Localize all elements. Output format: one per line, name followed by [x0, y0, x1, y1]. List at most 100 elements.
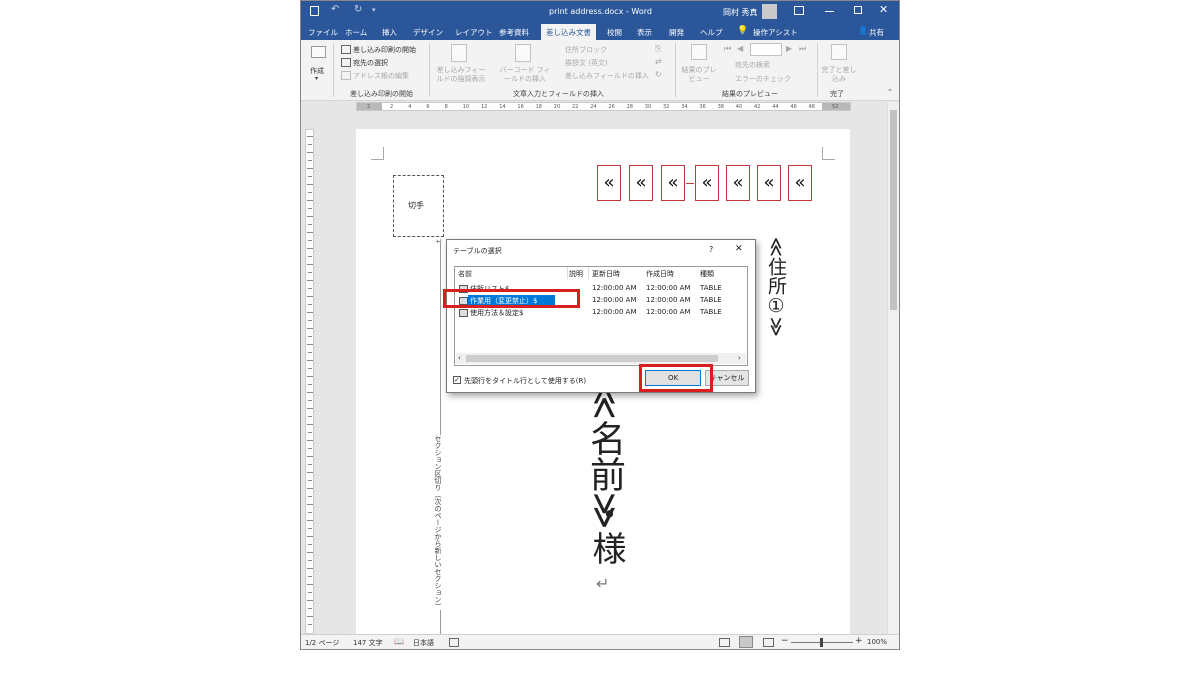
lightbulb-icon: 💡: [737, 26, 749, 36]
postal-field[interactable]: «: [661, 165, 685, 201]
language[interactable]: 日本語: [413, 638, 434, 648]
header-row-checkbox[interactable]: ✓: [453, 376, 461, 384]
ruler-tick: [307, 312, 313, 313]
address-block-button[interactable]: 住所ブロック: [565, 45, 607, 55]
zoom-out-icon[interactable]: −: [781, 636, 789, 646]
stamp-box[interactable]: 切手: [393, 175, 444, 237]
column-header-description[interactable]: 説明: [569, 269, 583, 279]
table-row[interactable]: 使用方法＆設定$ 12:00:00 AM 12:00:00 AM TABLE: [457, 307, 743, 318]
tab-home[interactable]: ホーム: [345, 27, 367, 38]
macro-record-icon[interactable]: [449, 638, 459, 647]
column-divider[interactable]: [567, 267, 568, 279]
scroll-right-icon[interactable]: ›: [738, 354, 741, 362]
greeting-line-button[interactable]: 挨拶文 (英文): [565, 58, 608, 68]
ruler-tick: [308, 208, 312, 209]
header-row-checkbox-label[interactable]: 先頭行をタイトル行として使用する(R): [464, 376, 586, 386]
quick-access-dropdown-icon[interactable]: ▾: [372, 6, 376, 14]
zoom-in-icon[interactable]: +: [855, 636, 863, 646]
save-icon[interactable]: [310, 6, 319, 16]
tab-view[interactable]: 表示: [637, 27, 652, 38]
ruler-tick: [308, 560, 312, 561]
highlight-fields-button[interactable]: 差し込みフィールドの強調表示: [435, 66, 487, 84]
zoom-level[interactable]: 100%: [867, 638, 887, 646]
column-divider[interactable]: [588, 267, 589, 279]
horizontal-scrollbar[interactable]: ‹ ›: [456, 353, 746, 364]
avatar[interactable]: [762, 4, 777, 19]
tab-file[interactable]: ファイル: [308, 27, 338, 38]
tab-layout[interactable]: レイアウト: [455, 27, 493, 38]
tab-review[interactable]: 校閲: [607, 27, 622, 38]
ruler-tick-label: 10: [462, 104, 470, 110]
ruler-tick-label: 38: [717, 104, 724, 110]
scroll-left-icon[interactable]: ‹: [458, 354, 461, 362]
zoom-slider-thumb[interactable]: [820, 638, 823, 647]
record-number-input[interactable]: [750, 43, 782, 56]
share-button[interactable]: 共有: [869, 27, 884, 38]
web-layout-icon[interactable]: [763, 638, 774, 647]
highlight-box-ok-button: [639, 364, 713, 392]
tell-me-search[interactable]: 操作アシスト: [753, 27, 798, 38]
maximize-icon[interactable]: [854, 6, 862, 14]
column-header-modified[interactable]: 更新日時: [592, 269, 620, 279]
read-mode-icon[interactable]: [719, 638, 730, 647]
horizontal-ruler[interactable]: 2 2 4 6 8 10 12 14 16 18 20 22 24 26 28 30 32 34 36 38 40 42…: [356, 102, 851, 111]
vertical-ruler[interactable]: [305, 129, 314, 634]
last-record-icon[interactable]: ⏭: [799, 44, 806, 54]
help-button[interactable]: ?: [709, 245, 713, 254]
ruler-tick: [308, 160, 312, 161]
page-count[interactable]: 1/2 ページ: [305, 638, 339, 648]
preview-results-button[interactable]: 結果のプレビュー: [681, 66, 717, 84]
undo-icon[interactable]: ↶: [331, 4, 339, 15]
postal-field[interactable]: «: [695, 165, 719, 201]
find-recipient-button[interactable]: 宛先の検索: [735, 60, 770, 70]
user-name[interactable]: 岡村 秀真: [723, 7, 758, 18]
barcode-icon: [515, 44, 531, 62]
tab-insert[interactable]: 挿入: [382, 27, 397, 38]
ruler-tick: [308, 288, 312, 289]
column-header-name[interactable]: 名前: [458, 269, 472, 279]
update-labels-icon[interactable]: ↻: [655, 70, 662, 79]
previous-record-icon[interactable]: ◀: [737, 44, 743, 53]
select-recipients-button[interactable]: 宛先の選択: [353, 58, 388, 68]
tab-references[interactable]: 参考資料: [499, 27, 529, 38]
ruler-tick: [308, 496, 312, 497]
insert-merge-field-button[interactable]: 差し込みフィールドの挿入: [565, 71, 649, 81]
tab-help[interactable]: ヘルプ: [700, 27, 723, 38]
create-envelope-icon[interactable]: [311, 46, 326, 58]
edit-recipient-list-button[interactable]: アドレス帳の編集: [353, 71, 409, 81]
scrollbar-thumb[interactable]: [890, 110, 897, 310]
dialog-close-icon[interactable]: ✕: [735, 244, 743, 254]
tab-design[interactable]: デザイン: [413, 27, 443, 38]
paragraph-mark-icon: ↵: [772, 323, 780, 333]
postal-field[interactable]: «: [757, 165, 781, 201]
start-merge-button[interactable]: 差し込み印刷の開始: [353, 45, 416, 55]
postal-field[interactable]: «: [597, 165, 621, 201]
vertical-scrollbar[interactable]: [887, 102, 899, 634]
tab-mailings[interactable]: 差し込み文書: [541, 24, 596, 40]
check-errors-button[interactable]: エラーのチェック: [735, 74, 791, 84]
match-fields-icon[interactable]: ⇄: [655, 57, 662, 66]
row-name: 使用方法＆設定$: [470, 309, 524, 317]
close-icon[interactable]: ✕: [879, 3, 888, 16]
minimize-icon[interactable]: [825, 11, 834, 12]
collapse-ribbon-icon[interactable]: ⌃: [887, 88, 893, 96]
column-header-type[interactable]: 種類: [700, 269, 714, 279]
postal-field[interactable]: «: [629, 165, 653, 201]
next-record-icon[interactable]: ▶: [786, 44, 792, 53]
table-list[interactable]: 名前 説明 更新日時 作成日時 種類 住所リスト$ 12:00:00 AM 12…: [454, 266, 748, 366]
address-field[interactable]: ≪住所①≫: [764, 237, 788, 337]
scrollbar-thumb[interactable]: [466, 355, 718, 362]
proofing-icon[interactable]: 📖: [394, 637, 404, 646]
rules-icon[interactable]: ⎘: [655, 44, 661, 54]
ribbon-display-icon[interactable]: [794, 6, 804, 15]
column-header-created[interactable]: 作成日時: [646, 269, 674, 279]
tab-developer[interactable]: 開発: [669, 27, 684, 38]
word-count[interactable]: 147 文字: [353, 638, 383, 648]
barcode-field-button[interactable]: バーコード フィールドの挿入: [497, 66, 553, 84]
postal-field[interactable]: «: [788, 165, 812, 201]
postal-field[interactable]: «: [726, 165, 750, 201]
first-record-icon[interactable]: ⏮: [724, 44, 731, 54]
finish-merge-button[interactable]: 完了と差し込み: [819, 66, 859, 84]
redo-icon[interactable]: ↻: [354, 4, 362, 15]
print-layout-icon[interactable]: [739, 636, 753, 648]
